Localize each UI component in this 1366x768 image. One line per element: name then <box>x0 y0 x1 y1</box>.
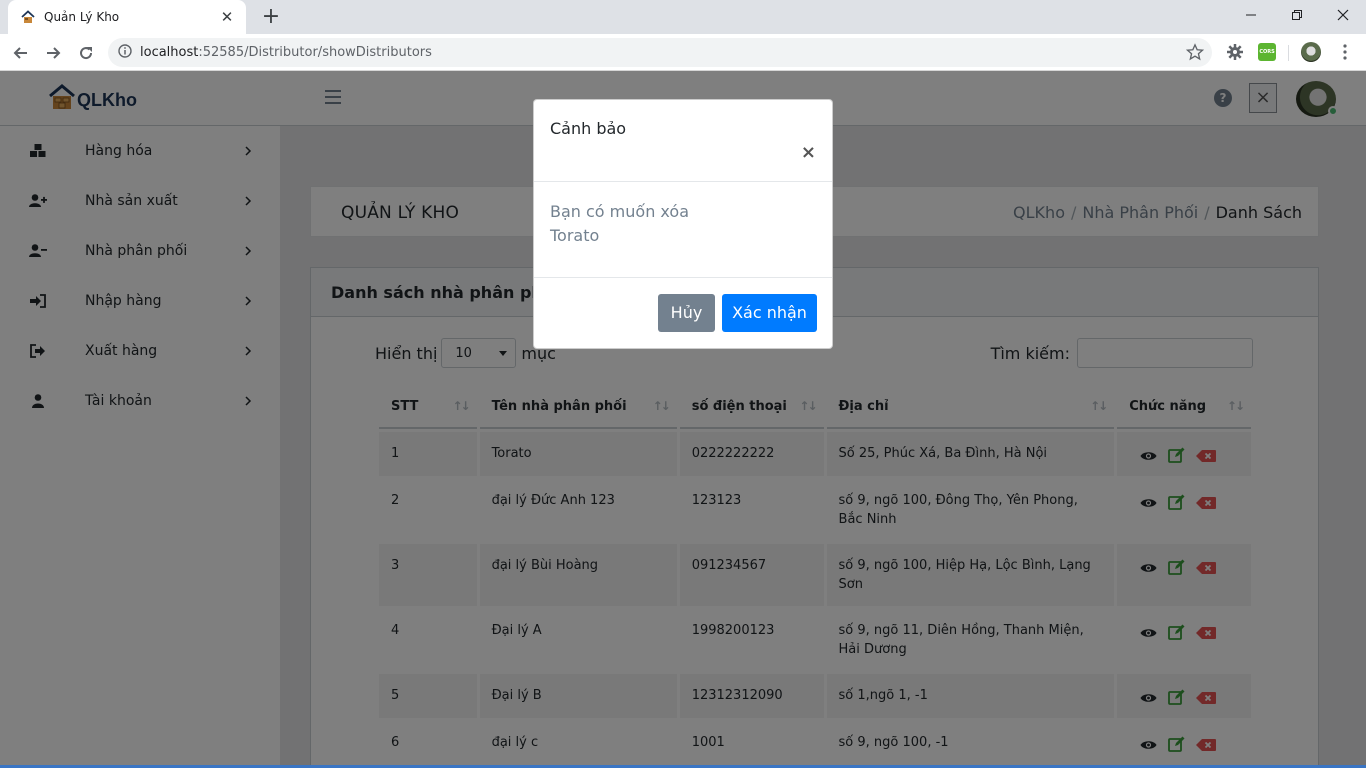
close-icon[interactable]: × <box>801 142 816 163</box>
close-icon[interactable]: ✕ <box>218 8 236 26</box>
modal-header: Cảnh bảo × <box>534 100 832 182</box>
modal-title: Cảnh bảo <box>550 119 627 138</box>
modal-body: Bạn có muốn xóa Torato <box>534 182 832 278</box>
minimize-icon[interactable] <box>1228 0 1274 30</box>
close-window-icon[interactable] <box>1320 0 1366 30</box>
browser-tab[interactable]: Quản Lý Kho ✕ <box>8 0 246 34</box>
tab-title: Quản Lý Kho <box>44 10 120 24</box>
browser-tabstrip: Quản Lý Kho ✕ + <box>0 0 1366 34</box>
browser-toolbar: localhost:52585/Distributor/showDistribu… <box>0 34 1366 71</box>
modal-footer: Hủy Xác nhận <box>534 278 832 348</box>
url-text: localhost:52585/Distributor/showDistribu… <box>140 45 432 60</box>
star-icon[interactable] <box>1185 43 1205 65</box>
plus-icon[interactable]: + <box>258 4 284 30</box>
cors-extension-icon[interactable]: CORS <box>1256 41 1278 63</box>
address-bar[interactable]: localhost:52585/Distributor/showDistribu… <box>108 38 1212 67</box>
back-icon[interactable] <box>8 40 34 66</box>
toolbar-divider <box>1288 45 1289 61</box>
modal-message: Bạn có muốn xóa <box>550 202 689 221</box>
reload-icon[interactable] <box>73 40 99 66</box>
url-host: localhost <box>140 45 199 60</box>
cors-label: CORS <box>1258 43 1276 61</box>
forward-icon[interactable] <box>40 40 66 66</box>
home-icon <box>20 9 36 25</box>
info-icon[interactable] <box>118 43 132 62</box>
menu-dots-icon[interactable] <box>1334 41 1356 63</box>
url-path: :52585/Distributor/showDistributors <box>198 45 432 60</box>
confirm-delete-modal: Cảnh bảo × Bạn có muốn xóa Torato Hủy Xá… <box>533 99 833 349</box>
cancel-button[interactable]: Hủy <box>658 294 715 332</box>
restore-icon[interactable] <box>1274 0 1320 30</box>
extension-gear-icon[interactable] <box>1224 41 1246 63</box>
profile-icon[interactable] <box>1300 41 1322 63</box>
confirm-button[interactable]: Xác nhận <box>722 294 817 332</box>
modal-target: Torato <box>550 226 600 245</box>
